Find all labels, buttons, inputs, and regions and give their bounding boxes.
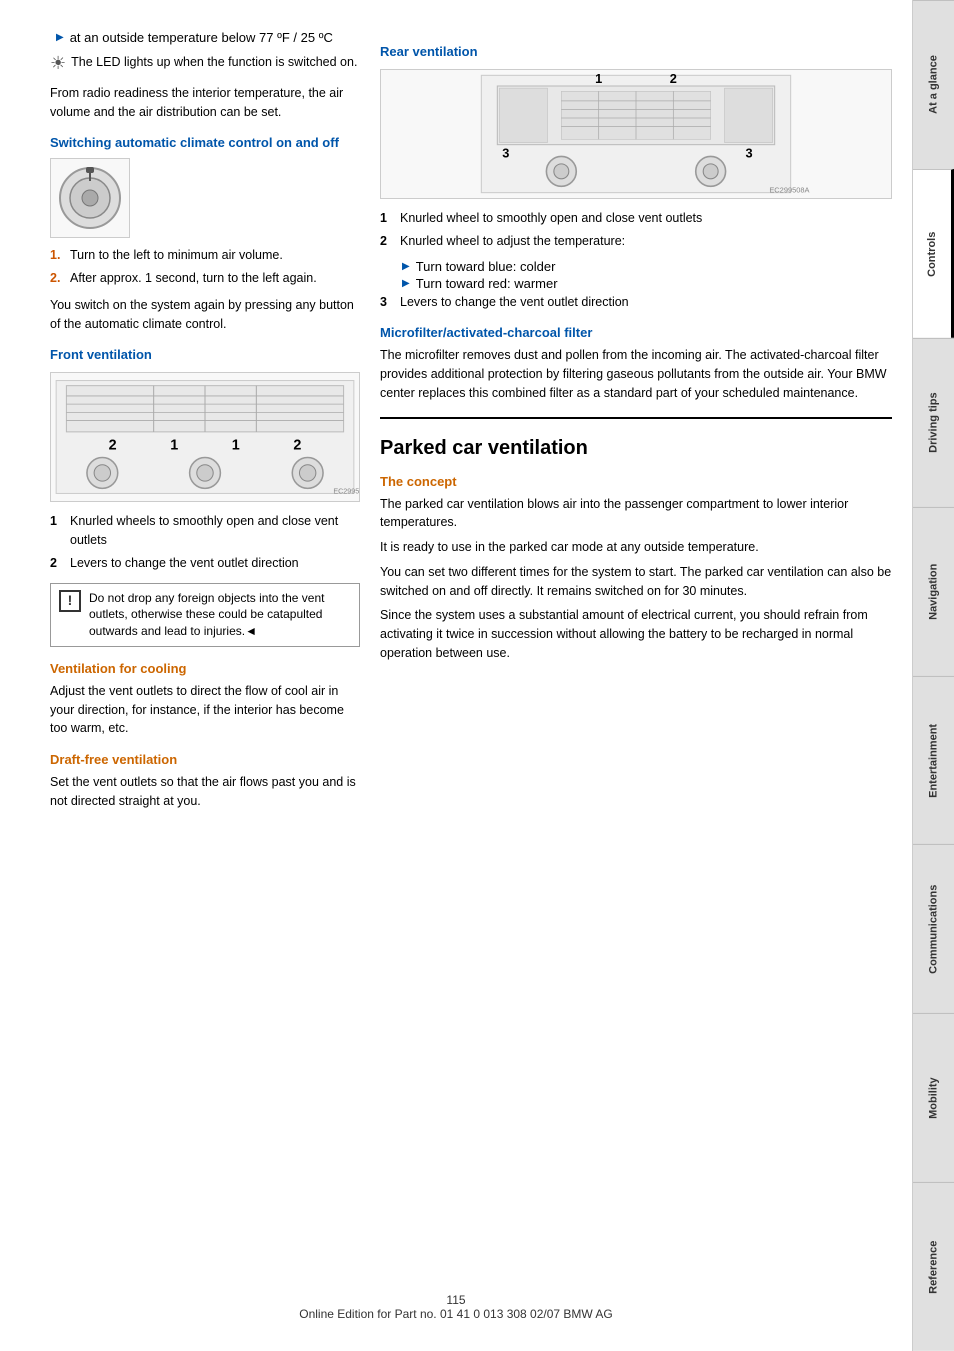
- intro-bullet-text: at an outside temperature below 77 ºF / …: [70, 30, 333, 45]
- rear-vent-items: 1 Knurled wheel to smoothly open and clo…: [380, 209, 892, 251]
- concept-para-1: The parked car ventilation blows air int…: [380, 495, 892, 533]
- led-symbol: ☀: [50, 53, 66, 74]
- concept-para-2: It is ready to use in the parked car mod…: [380, 538, 892, 557]
- front-vent-item-1: 1 Knurled wheels to smoothly open and cl…: [50, 512, 360, 550]
- rv-text-1: Knurled wheel to smoothly open and close…: [400, 209, 702, 228]
- intro-bullet: ▶ at an outside temperature below 77 ºF …: [50, 30, 360, 45]
- rear-vent-item-2: 2 Knurled wheel to adjust the temperatur…: [380, 232, 892, 251]
- sidebar: At a glance Controls Driving tips Naviga…: [912, 0, 954, 1351]
- fv-num-1: 1: [50, 512, 70, 531]
- page-footer-text: Online Edition for Part no. 01 41 0 013 …: [299, 1307, 613, 1321]
- sidebar-tab-controls[interactable]: Controls: [913, 169, 954, 338]
- knob-image: [50, 158, 130, 238]
- sub-bullet-icon-1: ▶: [402, 261, 410, 272]
- knob-svg: [53, 161, 128, 236]
- step-1: 1. Turn to the left to minimum air volum…: [50, 246, 360, 265]
- rear-vent-item-1: 1 Knurled wheel to smoothly open and clo…: [380, 209, 892, 228]
- rv-text-2: Knurled wheel to adjust the temperature:: [400, 232, 625, 251]
- warning-icon: !: [59, 590, 81, 612]
- microfilter-text: The microfilter removes dust and pollen …: [380, 346, 892, 402]
- fv-text-1: Knurled wheels to smoothly open and clos…: [70, 512, 360, 550]
- sidebar-tab-driving-tips[interactable]: Driving tips: [913, 338, 954, 507]
- svg-text:1: 1: [595, 71, 602, 86]
- switching-steps: 1. Turn to the left to minimum air volum…: [50, 246, 360, 288]
- svg-text:2: 2: [670, 71, 677, 86]
- rear-vent-item-3: 3 Levers to change the vent outlet direc…: [380, 293, 892, 312]
- rear-vent-item-3-list: 3 Levers to change the vent outlet direc…: [380, 293, 892, 312]
- rv-num-1: 1: [380, 209, 400, 228]
- concept-para-4: Since the system uses a substantial amou…: [380, 606, 892, 662]
- svg-text:EC299508A: EC299508A: [769, 186, 809, 195]
- svg-text:EC299506A: EC299506A: [333, 488, 359, 496]
- fv-num-2: 2: [50, 554, 70, 573]
- right-column: Rear ventilation: [380, 30, 892, 1321]
- page-footer: 115 Online Edition for Part no. 01 41 0 …: [0, 1293, 912, 1321]
- front-vent-item-2: 2 Levers to change the vent outlet direc…: [50, 554, 360, 573]
- sidebar-tab-reference[interactable]: Reference: [913, 1182, 954, 1351]
- svg-text:2: 2: [293, 438, 301, 454]
- draft-free-title: Draft-free ventilation: [50, 752, 360, 767]
- sidebar-tab-communications[interactable]: Communications: [913, 844, 954, 1013]
- vent-cooling-title: Ventilation for cooling: [50, 661, 360, 676]
- svg-text:1: 1: [170, 438, 178, 454]
- microfilter-title: Microfilter/activated-charcoal filter: [380, 325, 892, 340]
- page-number: 115: [446, 1293, 465, 1307]
- rv-num-3: 3: [380, 293, 400, 312]
- rear-vent-title: Rear ventilation: [380, 44, 892, 59]
- rv-text-3: Levers to change the vent outlet directi…: [400, 293, 629, 312]
- switching-note: You switch on the system again by pressi…: [50, 296, 360, 334]
- sub-bullet-text-1: Turn toward blue: colder: [416, 259, 556, 274]
- draft-free-text: Set the vent outlets so that the air flo…: [50, 773, 360, 811]
- sidebar-tab-mobility[interactable]: Mobility: [913, 1013, 954, 1182]
- rear-vent-image: 1 2 3 3 EC299508A: [380, 69, 892, 199]
- step-text-2: After approx. 1 second, turn to the left…: [70, 269, 317, 288]
- svg-text:3: 3: [502, 145, 509, 160]
- fv-text-2: Levers to change the vent outlet directi…: [70, 554, 299, 573]
- vent-cooling-text: Adjust the vent outlets to direct the fl…: [50, 682, 360, 738]
- front-vent-image: 2 1 1 2 EC299506A: [50, 372, 360, 502]
- step-2: 2. After approx. 1 second, turn to the l…: [50, 269, 360, 288]
- warning-text: Do not drop any foreign objects into the…: [89, 590, 351, 640]
- sub-bullet-warmer: ▶ Turn toward red: warmer: [380, 276, 892, 291]
- front-vent-items: 1 Knurled wheels to smoothly open and cl…: [50, 512, 360, 572]
- step-text-1: Turn to the left to minimum air volume.: [70, 246, 283, 265]
- step-num-2: 2.: [50, 269, 70, 288]
- front-vent-svg: 2 1 1 2 EC299506A: [51, 373, 359, 501]
- switching-title: Switching automatic climate control on a…: [50, 135, 360, 150]
- sidebar-tab-entertainment[interactable]: Entertainment: [913, 676, 954, 845]
- rv-num-2: 2: [380, 232, 400, 251]
- rear-vent-svg: 1 2 3 3 EC299508A: [381, 70, 891, 198]
- led-note: The LED lights up when the function is s…: [71, 53, 357, 72]
- warning-box: ! Do not drop any foreign objects into t…: [50, 583, 360, 647]
- parked-rule: [380, 417, 892, 419]
- from-radio-note: From radio readiness the interior temper…: [50, 84, 360, 122]
- led-note-line: ☀ The LED lights up when the function is…: [50, 53, 360, 78]
- svg-text:3: 3: [746, 145, 753, 160]
- svg-text:1: 1: [232, 438, 240, 454]
- sidebar-tab-navigation[interactable]: Navigation: [913, 507, 954, 676]
- bullet-icon: ▶: [56, 32, 64, 43]
- left-column: ▶ at an outside temperature below 77 ºF …: [50, 30, 360, 1321]
- svg-text:2: 2: [109, 438, 117, 454]
- sub-bullet-text-2: Turn toward red: warmer: [416, 276, 558, 291]
- concept-title: The concept: [380, 474, 892, 489]
- parked-title: Parked car ventilation: [380, 437, 892, 460]
- sub-bullet-colder: ▶ Turn toward blue: colder: [380, 259, 892, 274]
- sub-bullet-icon-2: ▶: [402, 278, 410, 289]
- front-vent-title: Front ventilation: [50, 347, 360, 362]
- step-num-1: 1.: [50, 246, 70, 265]
- sidebar-tab-at-a-glance[interactable]: At a glance: [913, 0, 954, 169]
- concept-para-3: You can set two different times for the …: [380, 563, 892, 601]
